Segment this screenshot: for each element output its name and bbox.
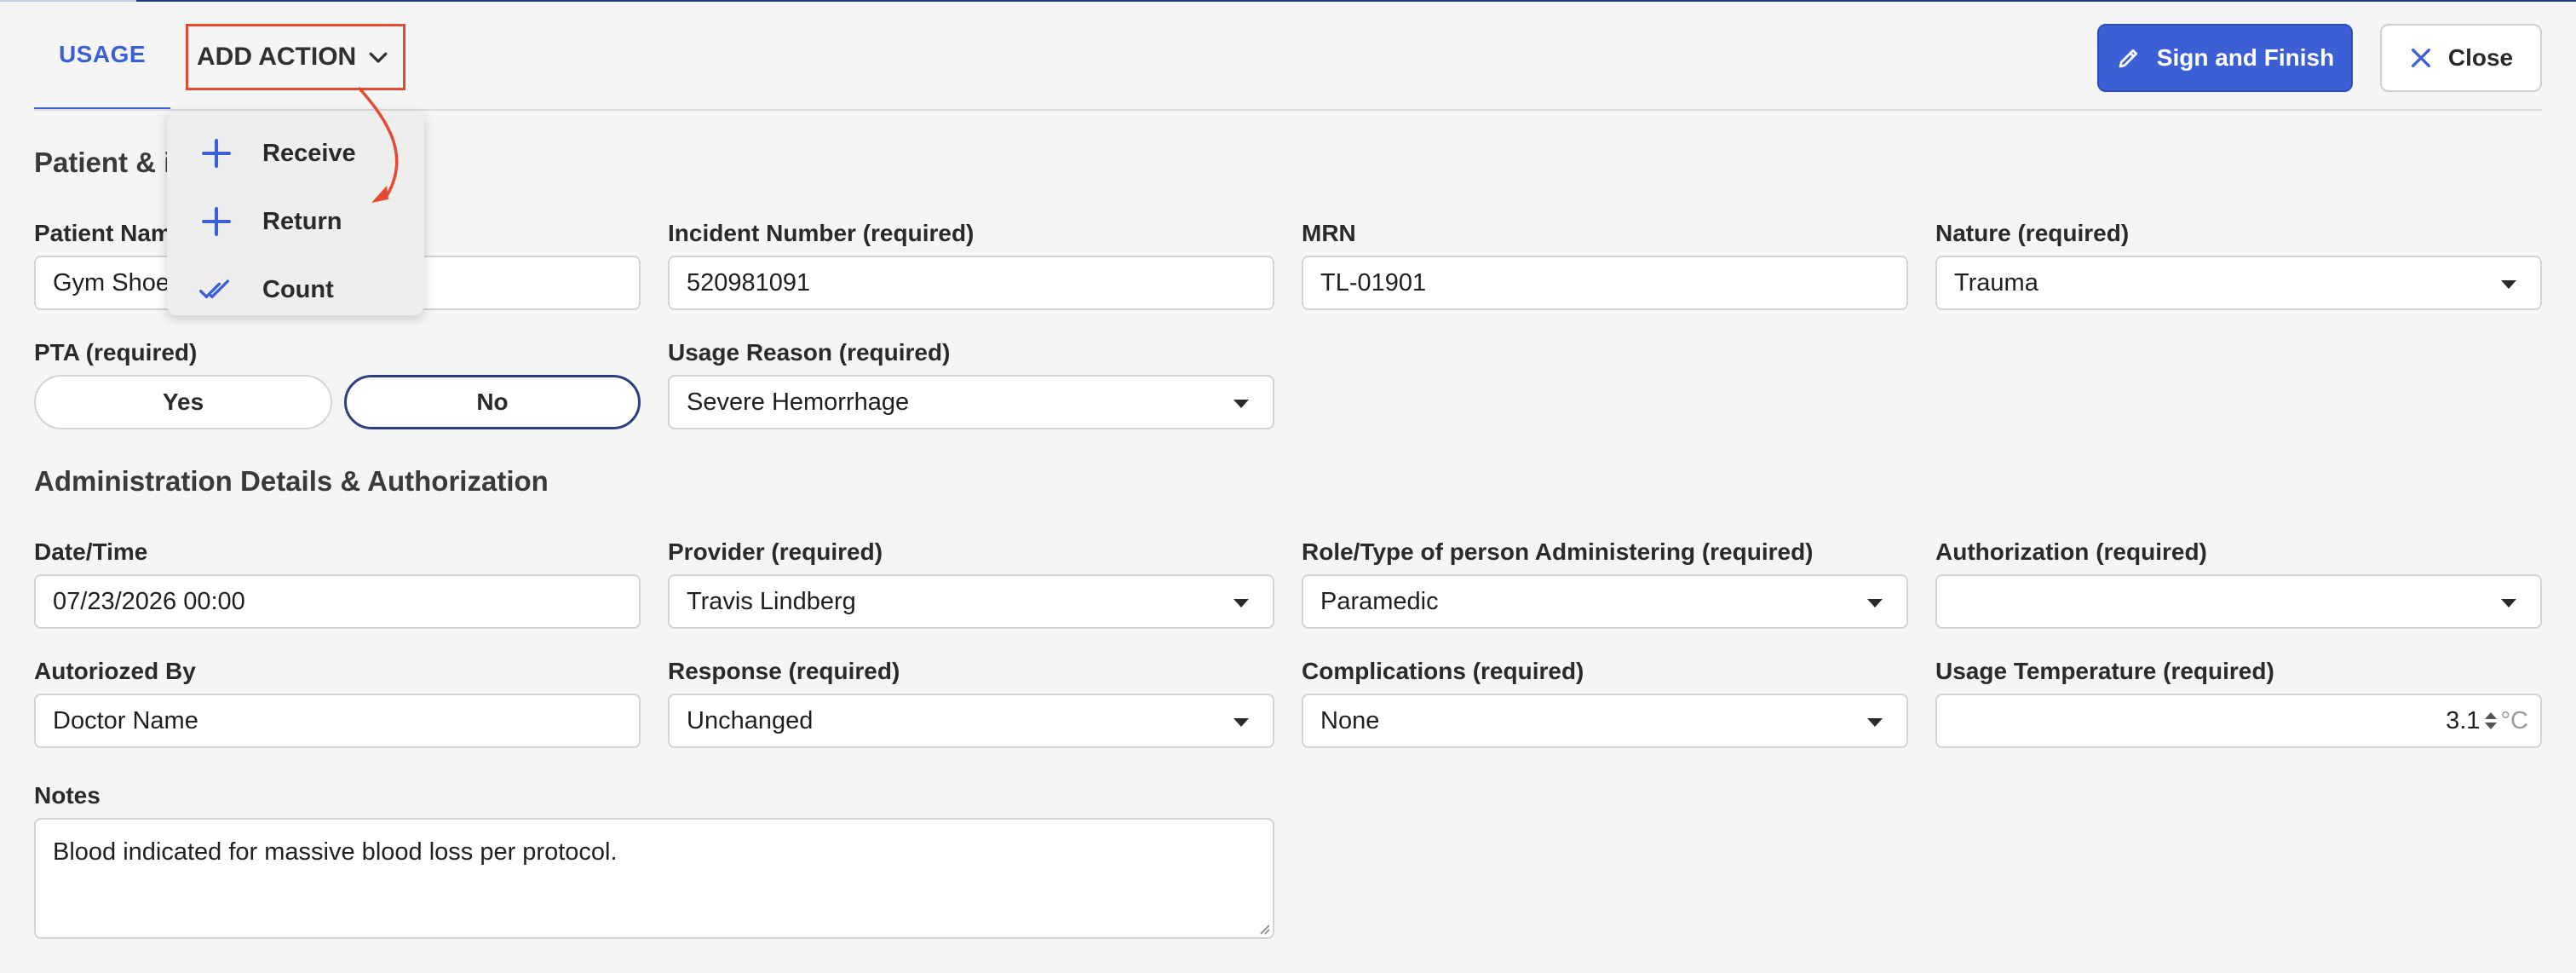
usage-temperature-value: 3.1 <box>2446 706 2481 734</box>
mrn-label: MRN <box>1302 220 1356 246</box>
complications-value: None <box>1320 706 1380 734</box>
patient-name-value: Gym Shoe <box>53 268 170 297</box>
tab-usage[interactable]: USAGE <box>34 2 170 111</box>
plus-icon <box>202 139 231 168</box>
complications-select[interactable]: None <box>1302 694 1908 748</box>
usage-reason-select[interactable]: Severe Hemorrhage <box>668 375 1274 429</box>
datetime-value: 07/23/2026 00:00 <box>53 587 245 615</box>
pta-yes-toggle[interactable]: Yes <box>34 375 332 429</box>
datetime-label: Date/Time <box>34 538 148 565</box>
add-action-label: ADD ACTION <box>197 43 357 71</box>
authorized-by-value: Doctor Name <box>53 706 198 734</box>
nature-value: Trauma <box>1954 268 2038 297</box>
response-label: Response (required) <box>668 658 900 684</box>
authorization-label: Authorization (required) <box>1935 538 2207 565</box>
role-value: Paramedic <box>1320 587 1439 615</box>
response-select[interactable]: Unchanged <box>668 694 1274 748</box>
temperature-unit: °C <box>2500 706 2528 734</box>
close-icon <box>2411 49 2430 67</box>
sign-label: Sign and Finish <box>2156 44 2335 71</box>
notes-label: Notes <box>34 782 101 809</box>
menu-item-return[interactable]: Return <box>167 187 424 256</box>
menu-item-label: Receive <box>262 139 356 167</box>
complications-label: Complications (required) <box>1302 658 1584 684</box>
usage-temperature-label: Usage Temperature (required) <box>1935 658 2274 684</box>
usage-reason-label: Usage Reason (required) <box>668 339 951 366</box>
nature-select[interactable]: Trauma <box>1935 256 2542 310</box>
mrn-input[interactable]: TL-01901 <box>1302 256 1908 310</box>
authorized-by-label: Autoriozed By <box>34 658 196 684</box>
menu-item-count[interactable]: Count <box>167 256 424 324</box>
double-check-icon <box>199 279 229 298</box>
incident-number-value: 520981091 <box>687 268 811 297</box>
pta-no-label: No <box>476 389 509 415</box>
response-value: Unchanged <box>687 706 814 734</box>
patient-name-label: Patient Nam <box>34 220 172 246</box>
role-label: Role/Type of person Administering (requi… <box>1302 538 1814 565</box>
pta-no-toggle[interactable]: No <box>344 375 641 429</box>
pen-icon <box>2119 49 2137 68</box>
plus-icon <box>202 207 231 236</box>
menu-item-receive[interactable]: Receive <box>167 119 424 187</box>
mrn-value: TL-01901 <box>1320 268 1427 297</box>
provider-select[interactable]: Travis Lindberg <box>668 574 1274 629</box>
menu-item-label: Count <box>262 275 334 303</box>
pta-label: PTA (required) <box>34 339 198 366</box>
add-action-dropdown[interactable]: ADD ACTION <box>186 24 405 90</box>
usage-temperature-input[interactable]: 3.1 °C <box>1935 694 2542 748</box>
pta-yes-label: Yes <box>162 389 204 415</box>
provider-label: Provider (required) <box>668 538 883 565</box>
incident-number-label: Incident Number (required) <box>668 220 975 246</box>
add-action-menu: Receive Return Count <box>167 111 424 315</box>
section-title-patient: Patient & i <box>34 147 172 178</box>
notes-textarea[interactable]: Blood indicated for massive blood loss p… <box>34 818 1274 939</box>
close-label: Close <box>2447 44 2514 71</box>
nature-label: Nature (required) <box>1935 220 2130 246</box>
resize-grip-icon[interactable] <box>1256 920 1271 936</box>
provider-value: Travis Lindberg <box>687 587 856 615</box>
role-select[interactable]: Paramedic <box>1302 574 1908 629</box>
incident-number-input[interactable]: 520981091 <box>668 256 1274 310</box>
authorized-by-input[interactable]: Doctor Name <box>34 694 641 748</box>
authorization-select[interactable] <box>1935 574 2542 629</box>
chevron-down-icon <box>369 52 388 63</box>
notes-value: Blood indicated for massive blood loss p… <box>53 838 618 866</box>
menu-item-label: Return <box>262 207 342 235</box>
number-spinner-icon[interactable] <box>2485 712 2498 729</box>
sign-and-finish-button[interactable]: Sign and Finish <box>2097 24 2353 92</box>
datetime-input[interactable]: 07/23/2026 00:00 <box>34 574 641 629</box>
usage-reason-value: Severe Hemorrhage <box>687 388 910 416</box>
section-title-administration: Administration Details & Authorization <box>34 465 549 497</box>
header: USAGE ADD ACTION Sign and Finish Close <box>0 2 2576 111</box>
close-button[interactable]: Close <box>2380 24 2542 92</box>
